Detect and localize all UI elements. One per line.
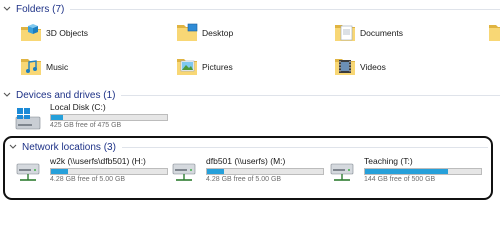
folder-videos[interactable]: Videos [334,54,386,80]
folder-pictures[interactable]: Pictures [176,54,233,80]
chevron-down-icon[interactable] [0,2,14,16]
folder-label: Pictures [202,62,233,72]
drive-info: Local Disk (C:) 425 GB free of 475 GB [50,102,168,129]
drive-usage-fill [51,115,64,120]
folder-label: Videos [360,62,386,72]
folder-desktop[interactable]: Desktop [176,20,233,46]
folder-label: Music [46,62,69,72]
folder-3d-objects[interactable]: 3D Objects [20,20,88,46]
group-header-devices[interactable]: Devices and drives (1) [0,88,500,102]
group-divider [121,94,500,96]
folder-label: Documents [360,28,403,38]
drive-usage-bar [50,114,168,121]
documents-folder-icon [334,23,356,43]
drive-name: Local Disk (C:) [50,102,106,112]
videos-folder-icon [334,57,356,77]
folder-label: 3D Objects [46,28,89,38]
music-folder-icon [20,57,42,77]
3d-objects-folder-icon [20,23,42,43]
group-title: Folders (7) [16,3,65,15]
group-divider [70,8,500,10]
pictures-folder-icon [176,57,198,77]
folder-music[interactable]: Music [20,54,68,80]
folder-label: Desktop [202,28,234,38]
local-disk-icon [14,105,42,133]
group-header-folders[interactable]: Folders (7) [0,2,500,16]
drive-local-disk-c[interactable]: Local Disk (C:) 425 GB free of 475 GB [14,102,168,138]
group-title: Devices and drives (1) [16,89,116,101]
drive-free-space: 425 GB free of 475 GB [50,122,122,129]
chevron-down-icon[interactable] [0,88,14,102]
folder-documents[interactable]: Documents [334,20,403,46]
highlight-annotation-box [3,136,493,200]
folder-downloads-partial[interactable] [488,20,500,46]
folder-icon [488,23,500,43]
desktop-folder-icon [176,23,198,43]
